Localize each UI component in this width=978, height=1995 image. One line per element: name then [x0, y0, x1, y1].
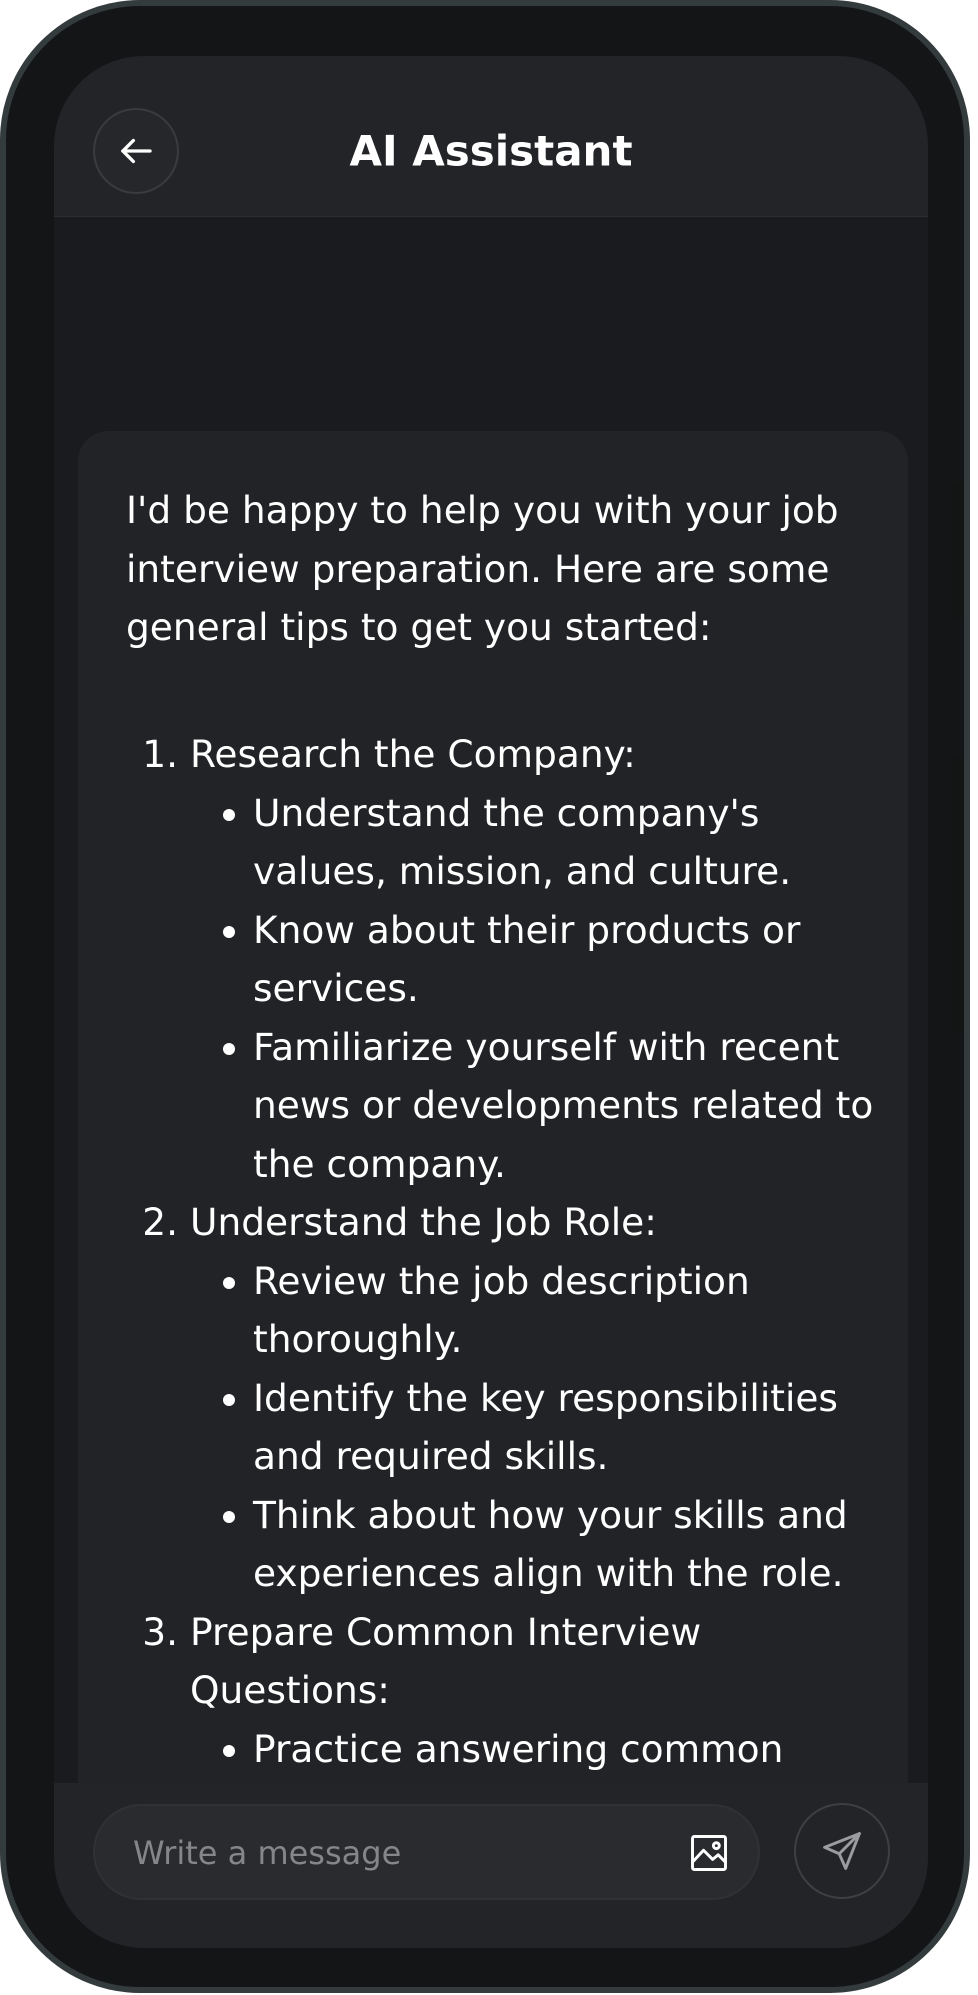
tip-section: Understand the Job Role: Review the job … — [190, 1193, 886, 1603]
side-button-power — [952, 758, 964, 1033]
tips-list: Research the Company: Understand the com… — [126, 725, 886, 1778]
tip-point: Review the job description thoroughly. — [253, 1252, 886, 1369]
assistant-message: I'd be happy to help you with your job i… — [78, 431, 908, 1871]
message-input[interactable] — [131, 1806, 655, 1900]
send-icon — [823, 1832, 861, 1870]
phone-frame: AI Assistant I'd be happy to help you wi… — [0, 0, 970, 1993]
tip-heading: Research the Company: — [190, 732, 636, 776]
tip-points: Practice answering common — [190, 1720, 886, 1779]
app-header: AI Assistant — [54, 56, 928, 217]
tip-point: Familiarize yourself with recent news or… — [253, 1018, 886, 1194]
image-icon — [691, 1835, 727, 1871]
tip-points: Review the job description thoroughly. I… — [190, 1252, 886, 1603]
tip-point: Understand the company's values, mission… — [253, 784, 886, 901]
tip-heading: Understand the Job Role: — [190, 1200, 657, 1244]
page-title: AI Assistant — [349, 126, 633, 176]
tip-point: Know about their products or services. — [253, 901, 886, 1018]
message-input-wrapper — [93, 1804, 760, 1900]
app-screen: AI Assistant I'd be happy to help you wi… — [54, 56, 928, 1948]
tip-point: Think about how your skills and experien… — [253, 1486, 886, 1603]
message-composer — [54, 1783, 928, 1948]
side-button-volume — [952, 482, 964, 620]
tip-point: Identify the key responsibilities and re… — [253, 1369, 886, 1486]
tip-section: Prepare Common Interview Questions: Prac… — [190, 1603, 886, 1779]
send-button[interactable] — [794, 1803, 890, 1899]
attach-image-button[interactable] — [686, 1830, 732, 1876]
tip-section: Research the Company: Understand the com… — [190, 725, 886, 1193]
tip-points: Understand the company's values, mission… — [190, 784, 886, 1194]
tip-point: Practice answering common — [253, 1720, 886, 1779]
message-intro: I'd be happy to help you with your job i… — [126, 488, 839, 649]
tip-heading: Prepare Common Interview Questions: — [190, 1609, 702, 1713]
